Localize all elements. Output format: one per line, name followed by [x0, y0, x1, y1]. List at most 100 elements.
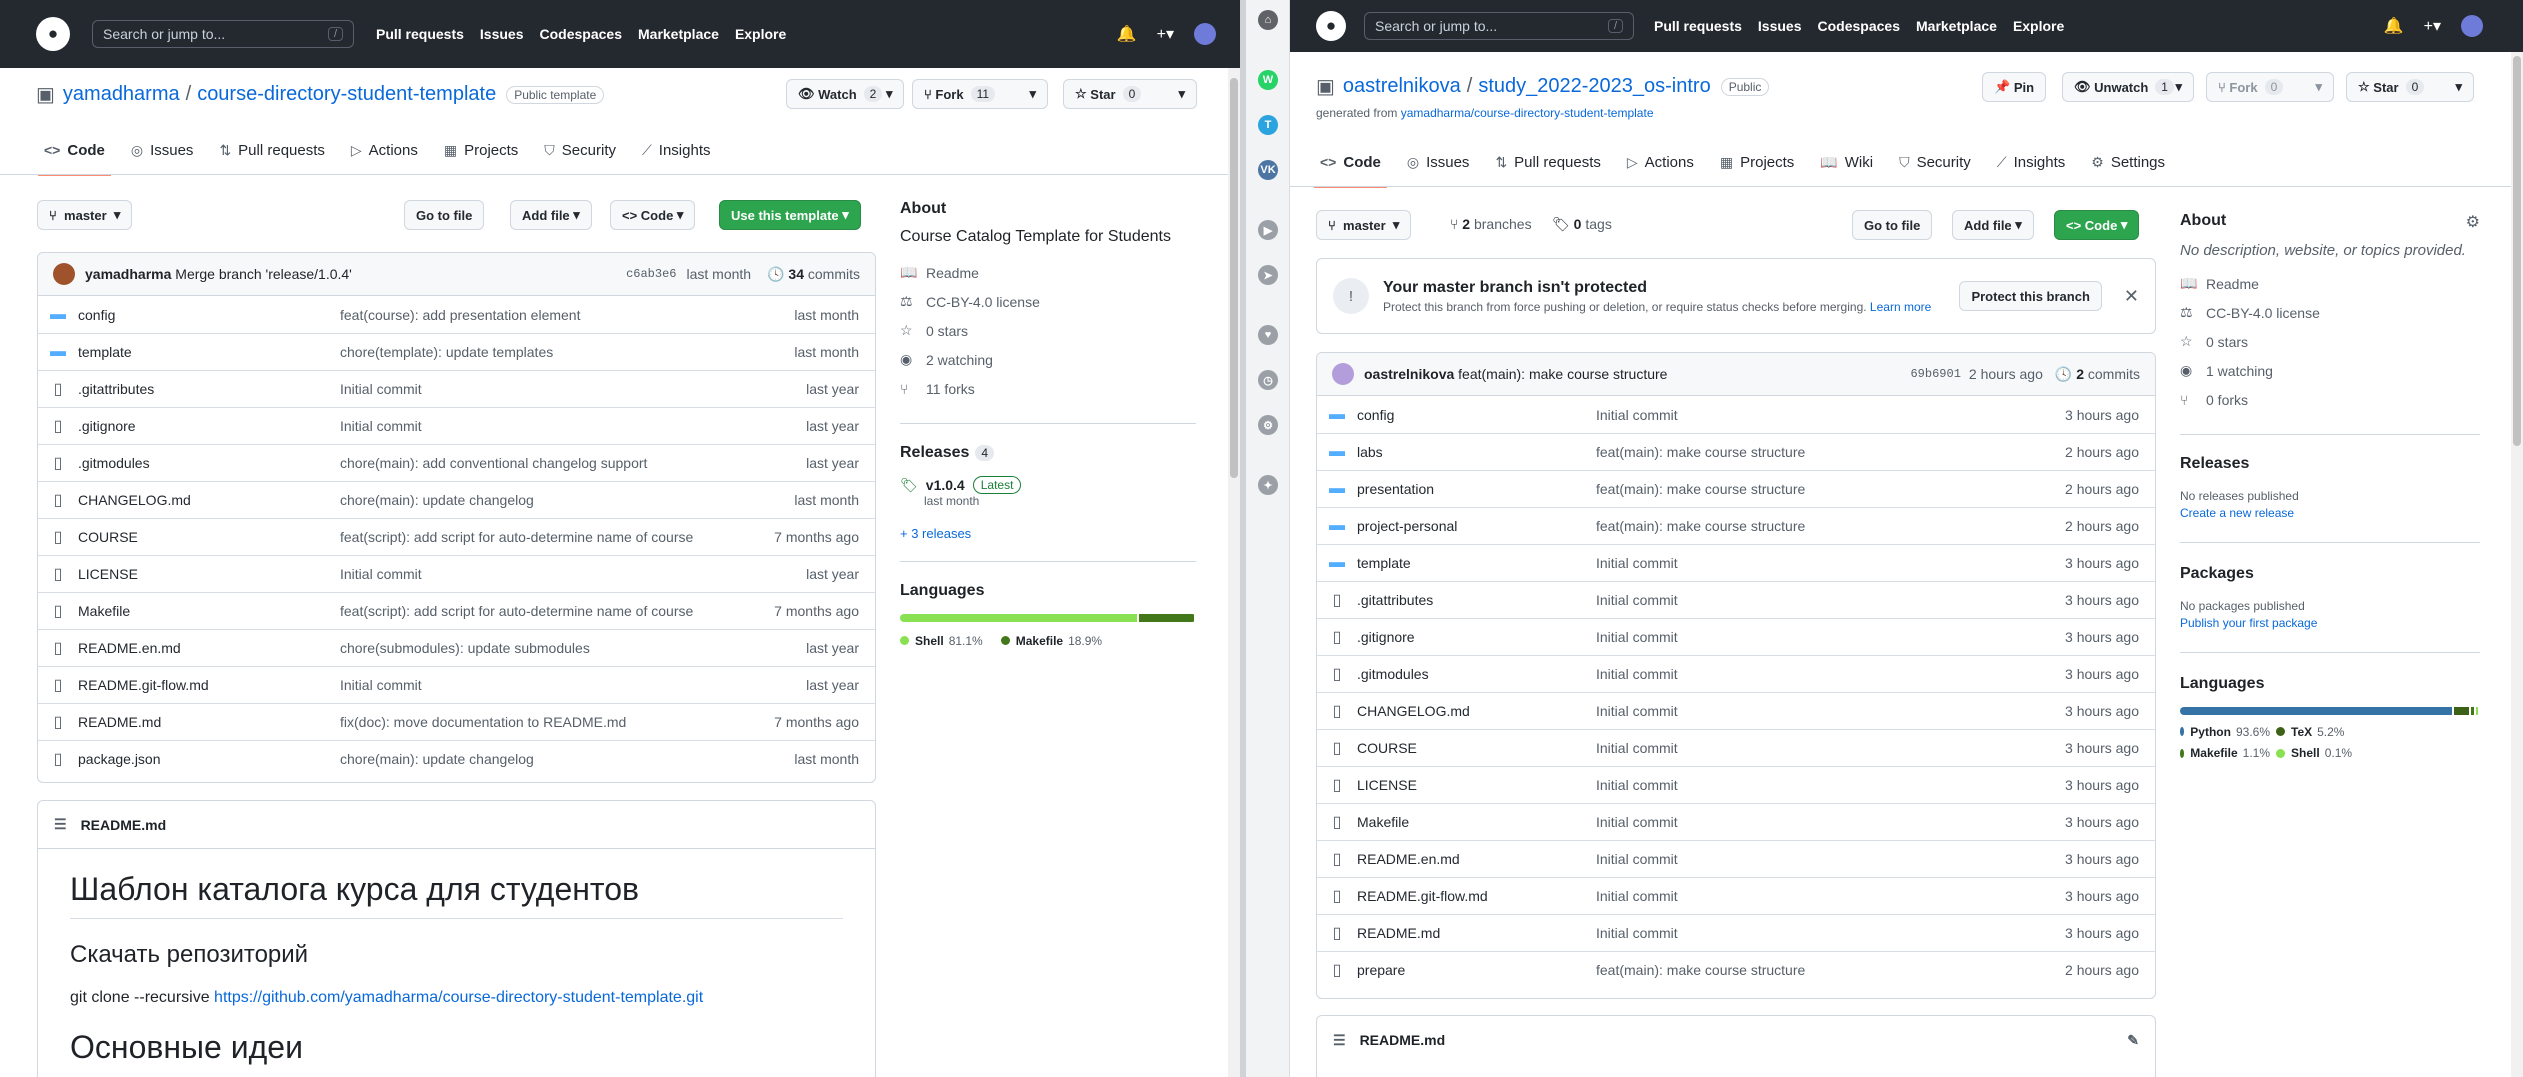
tab-code[interactable]: <> Code	[1314, 142, 1387, 188]
table-row[interactable]: ▯ CHANGELOG.md Initial commit 3 hours ago	[1317, 692, 2155, 729]
file-commit-message[interactable]: Initial commit	[1596, 740, 2045, 756]
file-name-link[interactable]: config	[78, 307, 340, 323]
file-name-link[interactable]: CHANGELOG.md	[1357, 703, 1596, 719]
table-row[interactable]: ▯ .gitmodules chore(main): add conventiona…	[38, 444, 875, 481]
file-name-link[interactable]: README.md	[1357, 925, 1596, 941]
tab-settings[interactable]: ⚙ Settings	[2091, 142, 2165, 182]
table-row[interactable]: ▯ README.en.md chore(submodules): update s…	[38, 629, 875, 666]
commit-author[interactable]: oastrelnikova	[1364, 366, 1454, 382]
commit-message[interactable]: feat(main): make course structure	[1458, 366, 1667, 382]
file-commit-message[interactable]: feat(main): make course structure	[1596, 481, 2045, 497]
watch-button[interactable]: 👁 Watch 2 ▾	[786, 79, 905, 109]
table-row[interactable]: ▬ config Initial commit 3 hours ago	[1317, 396, 2155, 433]
file-commit-message[interactable]: Initial commit	[1596, 703, 2045, 719]
file-name-link[interactable]: README.md	[78, 714, 340, 730]
tab-projects[interactable]: ▦ Projects	[1720, 142, 1794, 182]
table-row[interactable]: ▯ package.json chore(main): update changel…	[38, 740, 875, 777]
commit-hash[interactable]: 69b6901	[1910, 367, 1960, 381]
tab-pull-requests[interactable]: ⇅ Pull requests	[219, 130, 324, 170]
home-icon[interactable]: ⌂	[1258, 10, 1278, 30]
table-row[interactable]: ▯ README.md fix(doc): move documentation t…	[38, 703, 875, 740]
language-item[interactable]: Makefile 18.9%	[1000, 634, 1102, 648]
star-button[interactable]: ☆ Star 0 ▾	[1063, 79, 1197, 109]
close-icon[interactable]: ✕	[2124, 286, 2139, 307]
table-row[interactable]: ▯ .gitignore Initial commit last year	[38, 407, 875, 444]
branch-select[interactable]: ⑂ master ▾	[1316, 210, 1412, 240]
use-template-button[interactable]: Use this template ▾	[719, 200, 861, 230]
packages-title[interactable]: Packages	[2180, 565, 2480, 583]
repo-owner-link[interactable]: yamadharma	[63, 83, 180, 106]
template-source-link[interactable]: yamadharma/course-directory-student-temp…	[1401, 106, 1654, 120]
file-commit-message[interactable]: Initial commit	[1596, 925, 2045, 941]
file-name-link[interactable]: README.git-flow.md	[78, 677, 340, 693]
repo-owner-link[interactable]: oastrelnikova	[1343, 75, 1461, 98]
nav-explore[interactable]: Explore	[735, 26, 786, 42]
file-name-link[interactable]: COURSE	[78, 529, 340, 545]
file-commit-message[interactable]: feat(script): add script for auto-determ…	[340, 529, 765, 545]
file-commit-message[interactable]: Initial commit	[340, 677, 765, 693]
stars-link[interactable]: ☆ 0 stars	[900, 316, 1196, 345]
file-commit-message[interactable]: Initial commit	[1596, 407, 2045, 423]
file-name-link[interactable]: package.json	[78, 751, 340, 767]
file-name-link[interactable]: .gitmodules	[1357, 666, 1596, 682]
tab-actions[interactable]: ▷ Actions	[351, 130, 418, 170]
file-commit-message[interactable]: chore(submodules): update submodules	[340, 640, 765, 656]
list-icon[interactable]: ☰	[1333, 1032, 1346, 1049]
file-commit-message[interactable]: chore(main): update changelog	[340, 751, 765, 767]
plus-icon[interactable]: +▾	[2424, 16, 2441, 36]
file-commit-message[interactable]: chore(main): add conventional changelog …	[340, 455, 765, 471]
releases-title[interactable]: Releases	[2180, 455, 2480, 473]
nav-codespaces[interactable]: Codespaces	[1818, 18, 1900, 34]
nav-pull-requests[interactable]: Pull requests	[376, 26, 464, 42]
commit-count[interactable]: 2	[2076, 366, 2084, 382]
learn-more-link[interactable]: Learn more	[1870, 300, 1931, 314]
search-input[interactable]: Search or jump to... /	[92, 20, 354, 48]
file-name-link[interactable]: project-personal	[1357, 518, 1596, 534]
nav-marketplace[interactable]: Marketplace	[638, 26, 719, 42]
commit-message[interactable]: Merge branch 'release/1.0.4'	[175, 266, 352, 282]
file-name-link[interactable]: README.en.md	[1357, 851, 1596, 867]
file-name-link[interactable]: README.git-flow.md	[1357, 888, 1596, 904]
heart-icon[interactable]: ♥	[1258, 325, 1278, 345]
list-icon[interactable]: ☰	[54, 816, 67, 833]
file-commit-message[interactable]: feat(main): make course structure	[1596, 518, 2045, 534]
table-row[interactable]: ▯ .gitmodules Initial commit 3 hours ago	[1317, 655, 2155, 692]
file-name-link[interactable]: .gitattributes	[78, 381, 340, 397]
file-commit-message[interactable]: feat(script): add script for auto-determ…	[340, 603, 765, 619]
fork-button[interactable]: ⑂ Fork 0 ▾	[2206, 72, 2334, 102]
table-row[interactable]: ▬ project-personal feat(main): make course…	[1317, 507, 2155, 544]
avatar[interactable]	[1194, 23, 1216, 45]
star-button[interactable]: ☆ Star 0 ▾	[2346, 72, 2474, 102]
file-commit-message[interactable]: chore(main): update changelog	[340, 492, 765, 508]
add-file-button[interactable]: Add file ▾	[1952, 210, 2034, 240]
commit-author[interactable]: yamadharma	[85, 266, 171, 282]
tab-code[interactable]: <> Code	[38, 130, 111, 176]
repo-name-link[interactable]: course-directory-student-template	[197, 83, 496, 106]
nav-marketplace[interactable]: Marketplace	[1916, 18, 1997, 34]
file-commit-message[interactable]: Initial commit	[1596, 666, 2045, 682]
file-name-link[interactable]: README.en.md	[78, 640, 340, 656]
license-link[interactable]: ⚖ CC-BY-4.0 license	[2180, 298, 2480, 327]
nav-explore[interactable]: Explore	[2013, 18, 2064, 34]
go-to-file-button[interactable]: Go to file	[1852, 210, 1933, 240]
file-name-link[interactable]: template	[78, 344, 340, 360]
nav-pull-requests[interactable]: Pull requests	[1654, 18, 1742, 34]
file-name-link[interactable]: .gitignore	[1357, 629, 1596, 645]
forks-link[interactable]: ⑂ 11 forks	[900, 374, 1196, 403]
repo-name-link[interactable]: study_2022-2023_os-intro	[1478, 75, 1710, 98]
branches-link[interactable]: ⑂ 2 branches	[1450, 216, 1532, 232]
table-row[interactable]: ▯ LICENSE Initial commit last year	[38, 555, 875, 592]
file-name-link[interactable]: config	[1357, 407, 1596, 423]
file-name-link[interactable]: .gitmodules	[78, 455, 340, 471]
commits-label[interactable]: commits	[2088, 366, 2140, 382]
pencil-icon[interactable]: ✎	[2127, 1032, 2139, 1049]
language-item[interactable]: Makefile 1.1%	[2180, 746, 2270, 760]
commit-count[interactable]: 34	[788, 266, 804, 282]
table-row[interactable]: ▯ prepare feat(main): make course structur…	[1317, 951, 2155, 988]
language-item[interactable]: TeX 5.2%	[2276, 725, 2366, 739]
pin-button[interactable]: 📌 Pin	[1982, 72, 2047, 102]
commit-hash[interactable]: c6ab3e6	[626, 267, 676, 281]
scrollbar-thumb[interactable]	[1230, 78, 1238, 478]
fork-button[interactable]: ⑂ Fork 11 ▾	[912, 79, 1048, 109]
file-name-link[interactable]: template	[1357, 555, 1596, 571]
